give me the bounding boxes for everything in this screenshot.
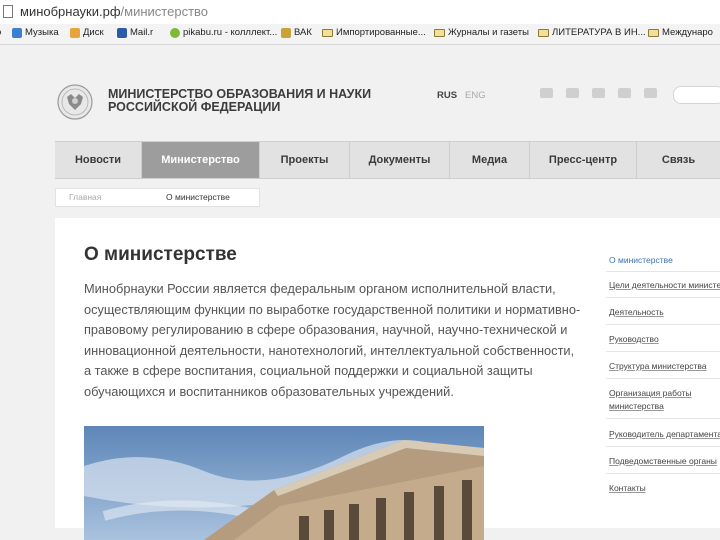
side-item-subordinate[interactable]: Подведомственные органы	[609, 455, 717, 467]
disk-icon	[70, 27, 80, 38]
side-item-contacts[interactable]: Контакты	[609, 482, 646, 494]
side-separator	[606, 324, 720, 325]
bookmark-disk[interactable]: Диск	[70, 27, 104, 38]
video-icon[interactable]	[566, 88, 579, 98]
nav-item-news[interactable]: Новости	[55, 142, 142, 178]
breadcrumb-current: О министерстве	[166, 192, 230, 202]
links-icon[interactable]	[644, 88, 657, 98]
bookmark-music[interactable]: Музыка	[12, 27, 59, 38]
side-item-goals[interactable]: Цели деятельности министерства	[609, 279, 720, 291]
bookmark-pikabu[interactable]: pikabu.ru - колллект...	[170, 27, 277, 38]
breadcrumb-home[interactable]: Главная	[69, 192, 101, 202]
bookmark-international[interactable]: Междунаро	[648, 27, 713, 38]
page-title: О министерстве	[84, 244, 237, 265]
bookmark-journals[interactable]: Журналы и газеты	[434, 27, 529, 38]
address-bar[interactable]: минобрнауки.рф/министерство	[0, 0, 720, 25]
side-separator	[606, 446, 720, 447]
search-input[interactable]	[673, 86, 720, 104]
side-item-organization[interactable]: Организация работы	[609, 387, 692, 399]
rss-icon[interactable]	[592, 88, 605, 98]
twitter-icon[interactable]	[618, 88, 631, 98]
ministry-building-photo	[84, 426, 484, 540]
nav-item-documents[interactable]: Документы	[350, 142, 450, 178]
folder-icon	[648, 28, 659, 37]
side-separator	[606, 351, 720, 352]
page-icon	[3, 5, 13, 18]
side-separator	[606, 378, 720, 379]
bookmark-literature[interactable]: ЛИТЕРАТУРА В ИН...	[538, 27, 646, 38]
lead-paragraph: Минобрнауки России является федеральным …	[84, 281, 581, 399]
bookmark-overflow[interactable]: о	[0, 27, 1, 38]
comment-icon[interactable]	[540, 88, 553, 98]
folder-icon	[538, 28, 549, 37]
vak-icon	[281, 27, 291, 38]
side-item-about[interactable]: О министерстве	[609, 254, 673, 266]
nav-item-contact[interactable]: Связь	[637, 142, 720, 178]
folder-icon	[322, 28, 333, 37]
mail-icon	[117, 27, 127, 38]
bookmarks-bar: о Музыка Диск Mail.r pikabu.ru - колллек…	[0, 24, 720, 45]
emblem-icon[interactable]	[55, 82, 95, 122]
pikabu-icon	[170, 27, 180, 38]
folder-icon	[434, 28, 445, 37]
nav-item-press[interactable]: Пресс-центр	[530, 142, 637, 178]
nav-item-media[interactable]: Медиа	[450, 142, 530, 178]
side-item-structure[interactable]: Структура министерства	[609, 360, 707, 372]
lang-rus[interactable]: RUS	[437, 90, 457, 101]
url-host: минобрнауки.рф	[20, 4, 121, 19]
side-item-activity[interactable]: Деятельность	[609, 306, 664, 318]
ministry-name[interactable]: МИНИСТЕРСТВО ОБРАЗОВАНИЯ И НАУКИ РОССИЙС…	[108, 88, 371, 114]
nav-item-ministry[interactable]: Министерство	[142, 142, 260, 178]
ministry-name-line2: РОССИЙСКОЙ ФЕДЕРАЦИИ	[108, 100, 281, 114]
side-separator	[606, 418, 720, 419]
side-item-leadership[interactable]: Руководство	[609, 333, 659, 345]
side-separator	[606, 297, 720, 298]
nav-item-projects[interactable]: Проекты	[260, 142, 350, 178]
url-text[interactable]: минобрнауки.рф/министерство	[20, 4, 208, 19]
side-item-organization-line2[interactable]: министерства	[609, 400, 664, 412]
url-path: /министерство	[120, 4, 209, 19]
main-nav: Новости Министерство Проекты Документы М…	[55, 141, 720, 179]
bookmark-mail[interactable]: Mail.r	[117, 27, 153, 38]
bookmark-vak[interactable]: ВАК	[281, 27, 312, 38]
breadcrumb: Главная О министерстве	[55, 188, 260, 207]
lang-eng[interactable]: ENG	[465, 90, 486, 101]
side-separator	[606, 271, 720, 272]
bookmark-imported[interactable]: Импортированные...	[322, 27, 426, 38]
side-item-department-head[interactable]: Руководитель департамента	[609, 428, 720, 440]
music-icon	[12, 27, 22, 38]
side-separator	[606, 473, 720, 474]
